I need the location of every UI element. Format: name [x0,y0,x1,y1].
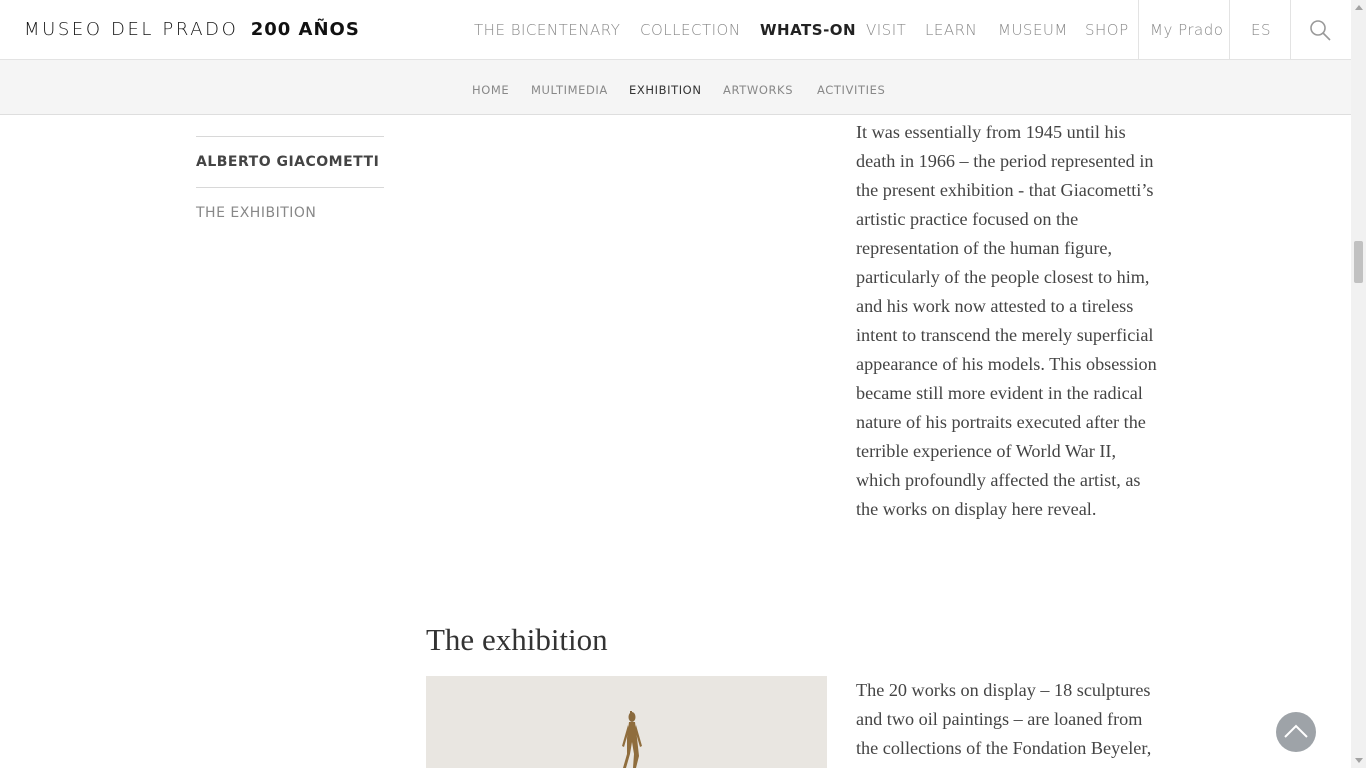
sidebar-item-the-exhibition[interactable]: THE EXHIBITION [196,188,384,221]
nav-divider [1229,0,1230,60]
nav-item-visit[interactable]: VISIT [866,21,906,39]
page-scrollbar[interactable] [1351,0,1366,768]
nav-divider [1138,0,1139,60]
nav-item-bicentenary[interactable]: THE BICENTENARY [474,21,620,39]
chevron-up-icon [1284,724,1308,738]
subnav-home[interactable]: HOME [472,83,509,97]
scroll-up-arrow-icon[interactable] [1355,5,1363,10]
top-header: MUSEO DEL PRADO 200 AÑOS THE BICENTENARY… [0,0,1351,60]
nav-item-whats-on[interactable]: WHATS-ON [760,21,856,39]
artwork-image[interactable] [426,676,827,768]
nav-divider [1290,0,1291,60]
sub-nav: HOME MULTIMEDIA EXHIBITION ARTWORKS ACTI… [0,60,1351,115]
search-icon[interactable] [1309,19,1331,41]
subnav-exhibition[interactable]: EXHIBITION [629,83,702,97]
section-heading: The exhibition [426,622,608,657]
subnav-activities[interactable]: ACTIVITIES [817,83,885,97]
nav-item-learn[interactable]: LEARN [925,21,977,39]
back-to-top-button[interactable] [1276,712,1316,752]
subnav-artworks[interactable]: ARTWORKS [723,83,793,97]
sidebar-item-alberto-giacometti[interactable]: ALBERTO GIACOMETTI [196,137,384,187]
my-prado-link[interactable]: My Prado [1150,21,1223,39]
section-sidebar: ALBERTO GIACOMETTI THE EXHIBITION [196,136,384,221]
nav-item-museum[interactable]: MUSEUM [998,21,1068,39]
giacometti-sculpture-image [426,676,827,768]
exhibition-paragraph: The 20 works on display – 18 sculptures … [856,680,1152,758]
nav-item-collection[interactable]: COLLECTION [640,21,741,39]
scroll-down-arrow-icon[interactable] [1355,758,1363,763]
intro-paragraph: It was essentially from 1945 until his d… [856,122,1157,519]
subnav-multimedia[interactable]: MULTIMEDIA [531,83,608,97]
language-switch[interactable]: ES [1251,21,1271,39]
main-nav: THE BICENTENARY COLLECTION WHATS-ON VISI… [0,0,1351,60]
scrollbar-thumb[interactable] [1354,241,1363,283]
nav-item-shop[interactable]: SHOP [1085,21,1129,39]
